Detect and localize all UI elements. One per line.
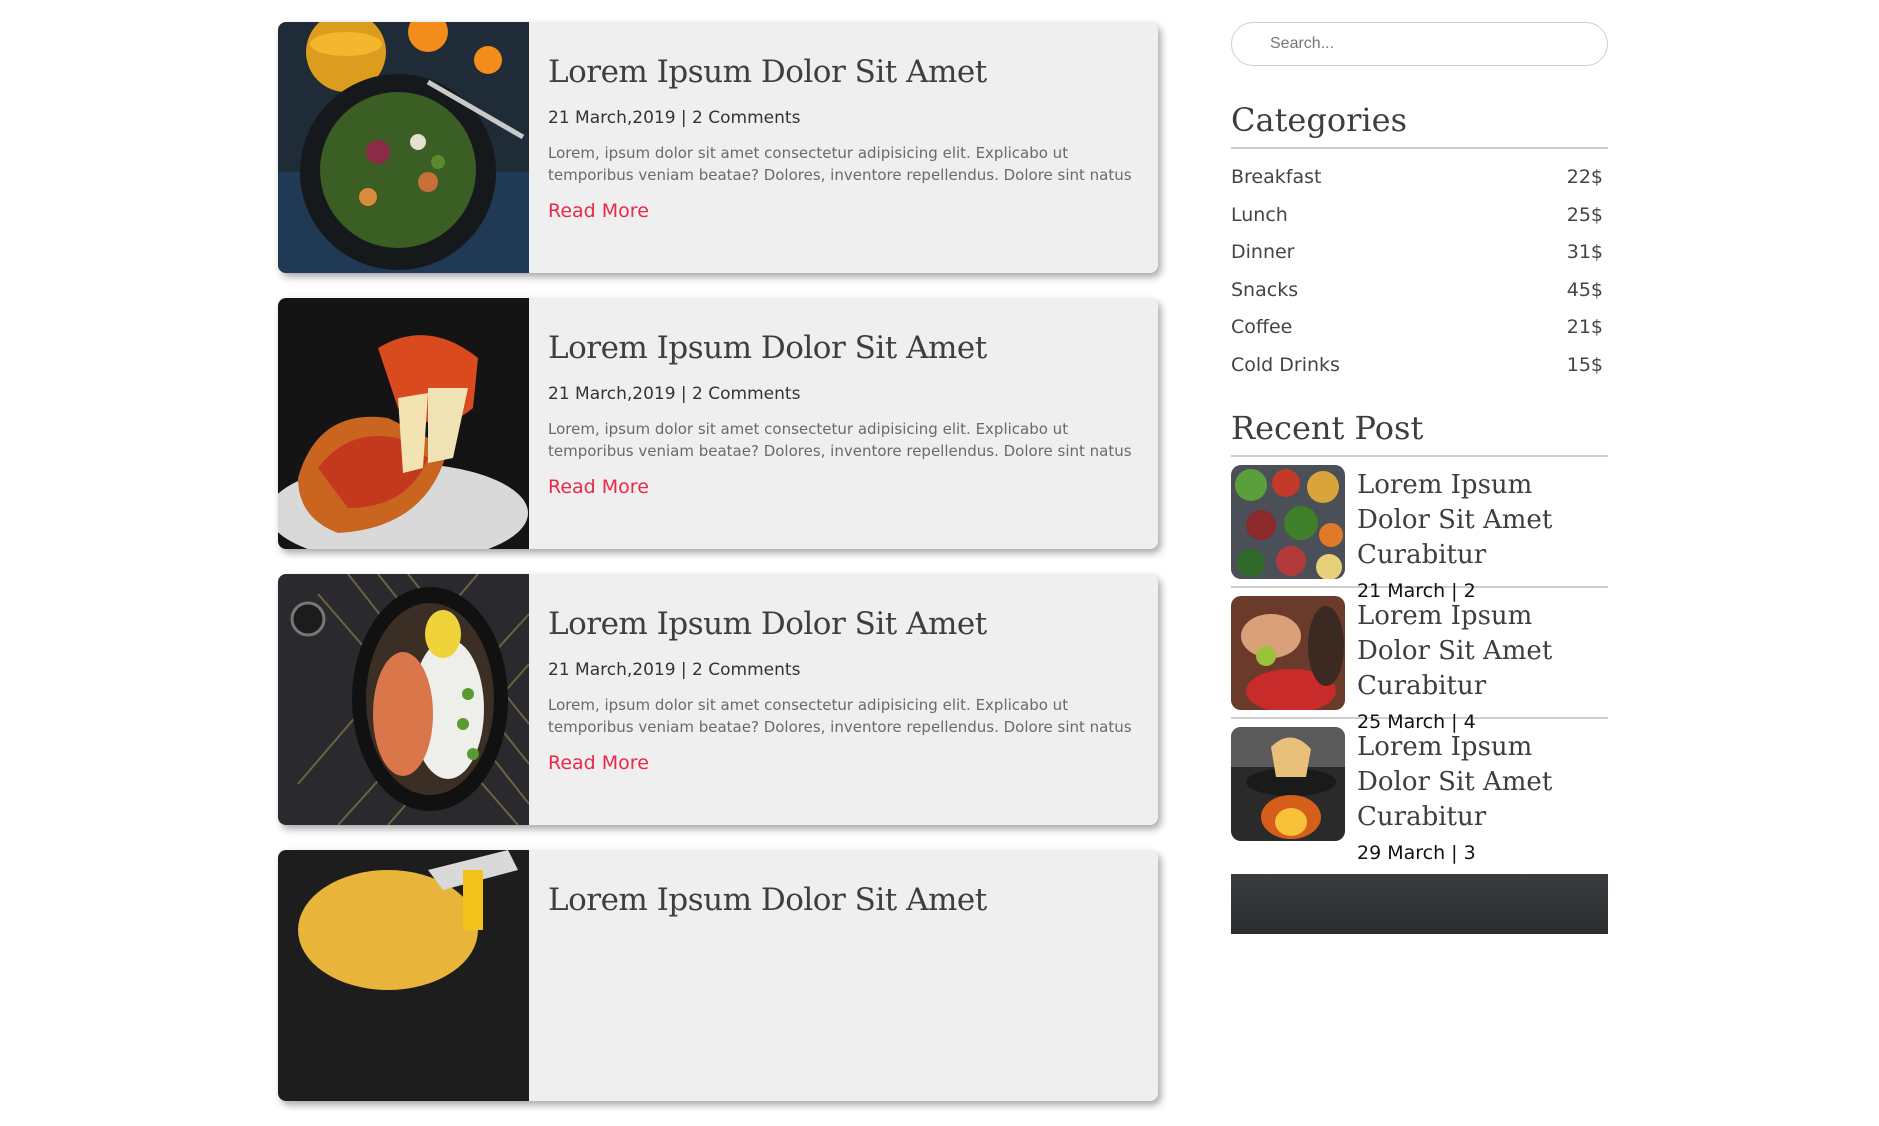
category-item[interactable]: Dinner 31$ — [1231, 234, 1608, 272]
pizza-photo[interactable] — [278, 298, 529, 549]
recent-post-heading: Recent Post — [1231, 409, 1608, 457]
category-price: 22$ — [1566, 166, 1603, 188]
recent-post-title: Lorem Ipsum Dolor Sit Amet Curabitur — [1357, 600, 1553, 701]
category-item[interactable]: Breakfast 22$ — [1231, 159, 1608, 197]
recent-post-title: Lorem Ipsum Dolor Sit Amet Curabitur — [1357, 469, 1553, 570]
recent-post-meta: 29 March | 3 — [1357, 841, 1476, 864]
sidebar-banner-image — [1231, 873, 1608, 934]
category-price: 31$ — [1566, 241, 1603, 264]
cooking-hands-photo[interactable] — [1231, 595, 1345, 710]
read-more-link[interactable]: Read More — [548, 200, 649, 222]
post-card: Lorem Ipsum Dolor Sit Amet 21 March,2019… — [278, 574, 1158, 825]
wok-noodles-photo[interactable] — [1231, 726, 1345, 841]
recent-post-list: Lorem Ipsum Dolor Sit Amet Curabitur 21 … — [1231, 457, 1608, 864]
category-name: Coffee — [1231, 316, 1293, 339]
category-name: Lunch — [1231, 203, 1288, 226]
vegetables-photo[interactable] — [1231, 464, 1345, 579]
category-item[interactable]: Cold Drinks 15$ — [1231, 347, 1608, 385]
post-meta: 21 March,2019 | 2 Comments — [548, 108, 801, 128]
post-title[interactable]: Lorem Ipsum Dolor Sit Amet — [548, 882, 1134, 918]
post-title[interactable]: Lorem Ipsum Dolor Sit Amet — [548, 54, 1134, 90]
recent-post-title: Lorem Ipsum Dolor Sit Amet Curabitur — [1357, 731, 1553, 832]
post-card: Lorem Ipsum Dolor Sit Amet 21 March,2019… — [278, 22, 1158, 273]
post-excerpt: Lorem, ipsum dolor sit amet consectetur … — [548, 696, 1132, 736]
search-input[interactable] — [1231, 22, 1608, 66]
recent-post-text: Lorem Ipsum Dolor Sit Amet Curabitur 21 … — [1357, 465, 1608, 602]
post-title[interactable]: Lorem Ipsum Dolor Sit Amet — [548, 330, 1134, 366]
post-card: Lorem Ipsum Dolor Sit Amet — [278, 850, 1158, 1101]
read-more-link[interactable]: Read More — [548, 476, 649, 498]
post-meta: 21 March,2019 | 2 Comments — [548, 384, 801, 404]
post-body: Lorem Ipsum Dolor Sit Amet — [548, 882, 1134, 918]
recent-post-text: Lorem Ipsum Dolor Sit Amet Curabitur 29 … — [1357, 727, 1608, 864]
categories-heading: Categories — [1231, 101, 1608, 149]
post-body: Lorem Ipsum Dolor Sit Amet 21 March,2019… — [548, 54, 1134, 222]
recent-post-item[interactable]: Lorem Ipsum Dolor Sit Amet Curabitur 21 … — [1231, 457, 1608, 602]
category-price: 15$ — [1566, 353, 1603, 376]
category-list: Breakfast 22$ Lunch 25$ Dinner 31$ Snack… — [1231, 159, 1608, 385]
post-card: Lorem Ipsum Dolor Sit Amet 21 March,2019… — [278, 298, 1158, 549]
category-name: Snacks — [1231, 278, 1299, 301]
shrimp-rice-bowl-photo[interactable] — [278, 574, 529, 825]
read-more-link[interactable]: Read More — [548, 752, 649, 774]
recent-post-text: Lorem Ipsum Dolor Sit Amet Curabitur 25 … — [1357, 596, 1608, 733]
post-body: Lorem Ipsum Dolor Sit Amet 21 March,2019… — [548, 330, 1134, 498]
category-name: Dinner — [1231, 241, 1295, 264]
post-body: Lorem Ipsum Dolor Sit Amet 21 March,2019… — [548, 606, 1134, 774]
category-price: 21$ — [1566, 316, 1603, 339]
category-item[interactable]: Coffee 21$ — [1231, 309, 1608, 347]
recent-post-item[interactable]: Lorem Ipsum Dolor Sit Amet Curabitur 29 … — [1231, 719, 1608, 864]
post-list: Lorem Ipsum Dolor Sit Amet 21 March,2019… — [278, 22, 1158, 1126]
post-excerpt: Lorem, ipsum dolor sit amet consectetur … — [548, 144, 1132, 184]
category-item[interactable]: Snacks 45$ — [1231, 272, 1608, 310]
post-title[interactable]: Lorem Ipsum Dolor Sit Amet — [548, 606, 1134, 642]
post-excerpt: Lorem, ipsum dolor sit amet consectetur … — [548, 420, 1132, 460]
category-name: Cold Drinks — [1231, 353, 1340, 376]
sidebar: Categories Breakfast 22$ Lunch 25$ Dinne… — [1231, 22, 1608, 934]
category-name: Breakfast — [1231, 166, 1322, 188]
category-price: 45$ — [1566, 278, 1603, 301]
category-price: 25$ — [1566, 203, 1603, 226]
pasta-photo[interactable] — [278, 850, 529, 1101]
salad-photo[interactable] — [278, 22, 529, 273]
category-item[interactable]: Lunch 25$ — [1231, 197, 1608, 235]
post-meta: 21 March,2019 | 2 Comments — [548, 660, 801, 680]
recent-post-item[interactable]: Lorem Ipsum Dolor Sit Amet Curabitur 25 … — [1231, 588, 1608, 733]
